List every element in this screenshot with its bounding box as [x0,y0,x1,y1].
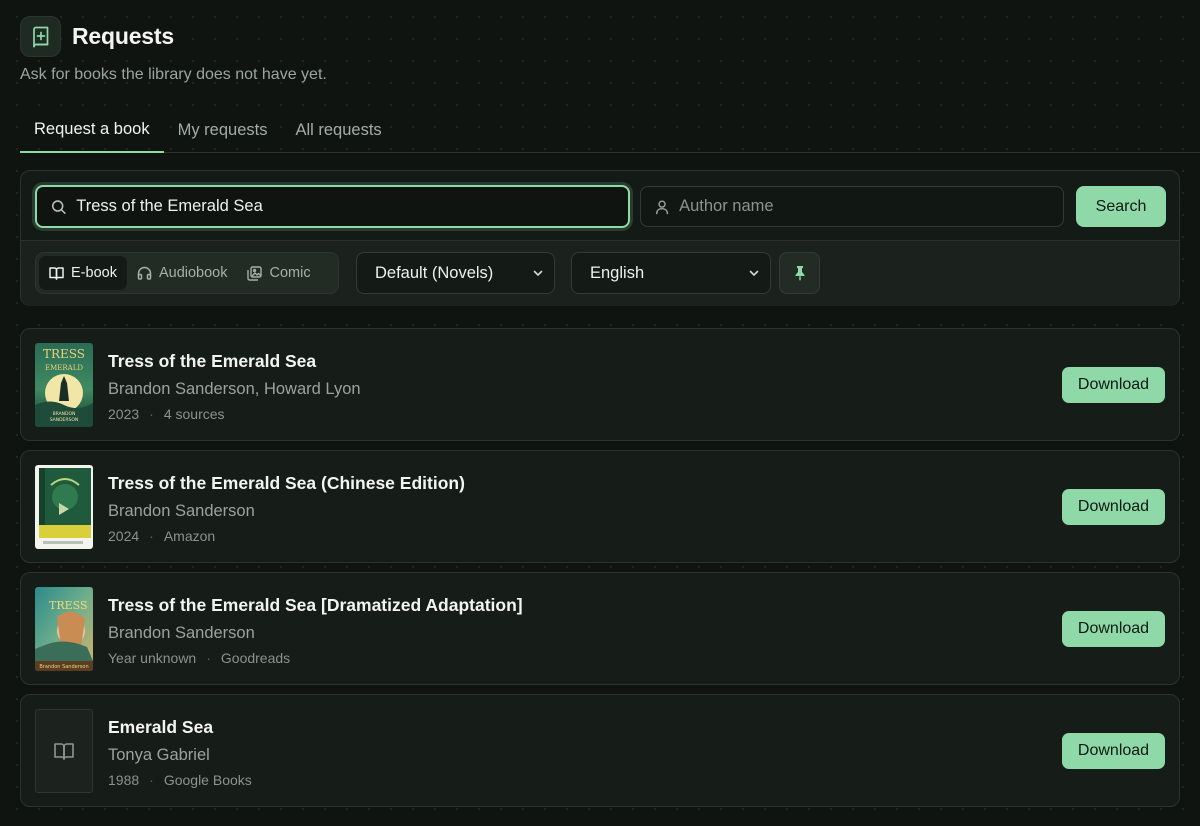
pin-icon [795,266,804,281]
type-comic-label: Comic [269,265,311,281]
book-meta: 1988 · Google Books [108,772,252,788]
book-author: Brandon Sanderson [108,624,255,642]
book-meta: 2023 · 4 sources [108,406,225,422]
book-title: Tress of the Emerald Sea [Dramatized Ada… [108,595,523,615]
search-panel: Search E-book Audiobook [20,170,1180,306]
result-card: Tress of the Emerald Sea (Chinese Editio… [20,450,1180,563]
svg-text:Brandon Sanderson: Brandon Sanderson [39,664,88,670]
book-source: Amazon [163,528,216,544]
book-open-icon [49,267,64,280]
svg-text:TRESS: TRESS [49,599,88,612]
user-icon [655,199,669,214]
book-cover-image: TRESS Brandon Sanderson [35,587,93,671]
tab-my-requests[interactable]: My requests [164,108,282,153]
type-ebook-button[interactable]: E-book [39,256,127,290]
download-button[interactable]: Download [1062,367,1165,403]
book-year: 1988 [108,772,140,788]
book-year: 2023 [108,406,140,422]
meta-separator: · [149,772,154,788]
book-cover-image [35,465,93,549]
book-title: Tress of the Emerald Sea [108,351,317,371]
result-card: TRESS EMERALD BRANDON SANDERSON Tress of… [20,328,1180,441]
language-select-value: English [590,263,645,282]
type-comic-button[interactable]: Comic [237,256,320,290]
category-select-value: Default (Novels) [375,263,494,282]
page-header: Requests [20,16,174,57]
category-select[interactable]: Default (Novels) [356,252,555,294]
book-open-icon [54,743,74,760]
svg-text:TRESS: TRESS [43,347,85,361]
chevron-down-icon [533,270,543,277]
book-title: Tress of the Emerald Sea (Chinese Editio… [108,473,465,493]
download-button[interactable]: Download [1062,611,1165,647]
content-type-toggle: E-book Audiobook Comic [35,252,339,294]
book-meta: Year unknown · Goodreads [108,650,290,666]
author-search-input[interactable] [679,197,1063,216]
tab-request-a-book[interactable]: Request a book [20,108,164,153]
svg-text:BRANDON: BRANDON [53,411,76,417]
book-source: Goodreads [220,650,291,666]
page-subtitle: Ask for books the library does not have … [20,66,327,83]
title-search-field[interactable] [35,185,630,228]
type-audiobook-button[interactable]: Audiobook [127,256,238,290]
book-author: Brandon Sanderson [108,502,255,520]
svg-text:EMERALD: EMERALD [45,364,83,372]
chevron-down-icon [749,270,759,277]
book-plus-icon [20,16,61,57]
type-audiobook-label: Audiobook [158,265,228,281]
result-card: TRESS Brandon Sanderson Tress of the Eme… [20,572,1180,685]
svg-text:SANDERSON: SANDERSON [50,417,79,423]
meta-separator: · [206,650,211,666]
book-author: Brandon Sanderson, Howard Lyon [108,380,361,398]
page-title: Requests [72,23,174,49]
headphones-icon [137,266,152,280]
gallery-icon [247,265,263,281]
book-cover-placeholder [35,709,93,793]
author-search-field[interactable] [640,186,1064,227]
search-button[interactable]: Search [1076,186,1166,227]
pin-filters-button[interactable] [779,252,820,294]
type-ebook-label: E-book [71,265,117,281]
search-row: Search [21,171,1179,241]
language-select[interactable]: English [571,252,771,294]
tab-bar: Request a book My requests All requests [20,108,1200,153]
title-search-input[interactable] [76,197,628,216]
meta-separator: · [149,528,154,544]
book-author: Tonya Gabriel [108,746,210,764]
download-button[interactable]: Download [1062,489,1165,525]
book-source: Google Books [163,772,252,788]
book-year: 2024 [108,528,140,544]
download-button[interactable]: Download [1062,733,1165,769]
filter-row: E-book Audiobook Comic Default (Novels) … [21,241,1179,306]
book-year: Year unknown [108,650,197,666]
book-title: Emerald Sea [108,717,214,737]
requests-page: Requests Ask for books the library does … [0,0,1200,826]
book-meta: 2024 · Amazon [108,528,215,544]
book-cover-image: TRESS EMERALD BRANDON SANDERSON [35,343,93,427]
search-icon [51,199,66,214]
meta-separator: · [149,406,154,422]
book-source: 4 sources [163,406,225,422]
tab-all-requests[interactable]: All requests [281,108,395,153]
result-card: Emerald Sea Tonya Gabriel 1988 · Google … [20,694,1180,807]
